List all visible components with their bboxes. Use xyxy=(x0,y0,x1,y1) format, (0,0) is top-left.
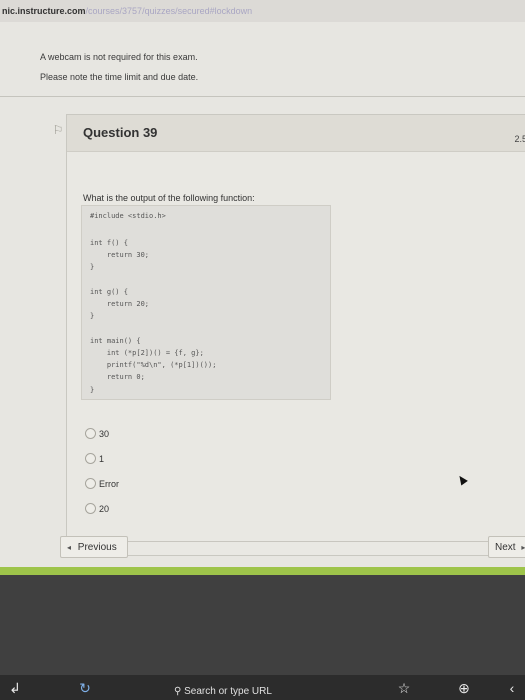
plus-circle-icon[interactable]: ⊕ xyxy=(455,679,473,697)
question-points: 2.5 pt xyxy=(514,134,525,144)
question-prompt: What is the output of the following func… xyxy=(83,193,255,203)
answer-label: 30 xyxy=(99,429,110,439)
radio-button[interactable] xyxy=(85,453,96,464)
code-line: return 30; xyxy=(90,251,150,259)
menu-icon[interactable]: ‹ xyxy=(503,679,521,697)
code-line: #include <stdio.h> xyxy=(90,212,166,220)
radio-button[interactable] xyxy=(85,428,96,439)
answer-label: 20 xyxy=(99,504,110,514)
question-header: ⚐ Question 39 2.5 pt xyxy=(53,115,525,152)
chevron-left-icon: ◂ xyxy=(67,543,72,552)
code-line: printf("%d\n", (*p[1])()); xyxy=(90,361,217,369)
code-line: int f() { xyxy=(90,239,128,247)
answer-label: Error xyxy=(99,479,119,489)
url-path: /courses/3757/quizzes/secured#lockdown xyxy=(85,6,253,16)
time-limit-notice: Please note the time limit and due date. xyxy=(40,72,199,82)
code-line: int (*p[2])() = {f, g}; xyxy=(90,349,204,357)
code-line: return 20; xyxy=(90,300,150,308)
answer-label: 1 xyxy=(99,454,105,464)
quiz-page: A webcam is not required for this exam. … xyxy=(0,22,525,567)
code-line: } xyxy=(90,263,95,271)
next-button[interactable]: Next ▸ xyxy=(488,536,525,558)
back-arrow-icon[interactable]: ↲ xyxy=(6,679,24,697)
code-line: return 0; xyxy=(90,373,145,381)
url-host: nic.instructure.com xyxy=(2,6,86,16)
webcam-notice: A webcam is not required for this exam. xyxy=(40,52,198,62)
reload-icon[interactable]: ↻ xyxy=(76,679,94,697)
previous-button-label: Previous xyxy=(77,542,117,553)
code-line: int g() { xyxy=(90,288,128,296)
code-line: } xyxy=(90,312,95,320)
url-bar[interactable]: nic.instructure.com/courses/3757/quizzes… xyxy=(0,0,525,22)
code-block: #include <stdio.h> int f() { return 30; … xyxy=(81,205,331,400)
question-card: ⚐ Question 39 2.5 pt What is the output … xyxy=(53,114,525,556)
flag-icon[interactable]: ⚐ xyxy=(51,123,65,137)
question-footer-divider xyxy=(67,541,525,542)
star-icon[interactable]: ☆ xyxy=(395,679,413,697)
search-placeholder: Search or type URL xyxy=(184,686,272,697)
browser-toolbar: ↲ ↻ ⚲ Search or type URL ☆ ⊕ ‹ xyxy=(0,675,525,700)
next-button-label: Next xyxy=(495,542,516,553)
previous-button[interactable]: ◂ Previous xyxy=(60,536,128,558)
divider xyxy=(0,96,525,97)
chevron-right-icon: ▸ xyxy=(521,543,525,552)
question-title: Question 39 xyxy=(83,125,158,140)
radio-button[interactable] xyxy=(85,503,96,514)
code-line: int main() { xyxy=(90,337,141,345)
radio-button[interactable] xyxy=(85,478,96,489)
footer-accent-strip xyxy=(0,567,525,575)
search-input[interactable]: ⚲ Search or type URL xyxy=(174,683,324,700)
search-icon: ⚲ xyxy=(174,686,182,697)
code-line: } xyxy=(90,386,95,394)
